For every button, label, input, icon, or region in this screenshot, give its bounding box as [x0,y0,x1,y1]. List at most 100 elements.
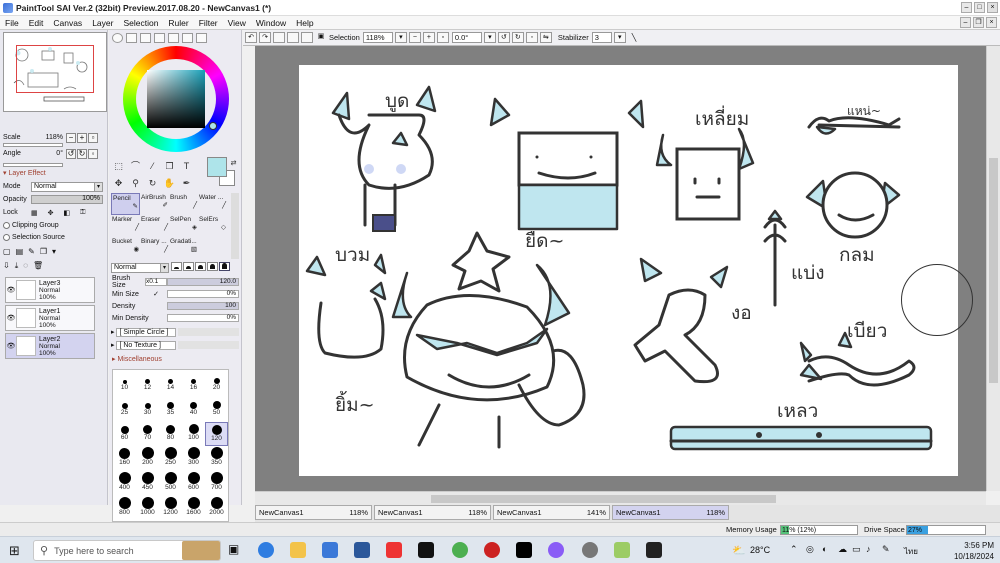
min-density-slider[interactable]: 0% [167,314,239,322]
rotate-icon[interactable]: ↻ [146,177,159,189]
brush-texture-select[interactable]: [ No Texture ] [116,340,177,350]
brush-airbrush[interactable]: AirBrush ✐ [140,193,169,215]
delete-layer-icon[interactable]: 🗑 [33,261,43,271]
brush-size-preset[interactable]: 1200 [159,497,182,521]
brush-selers[interactable]: SelErs ◇ [198,215,227,237]
brush-size-preset[interactable]: 600 [182,472,205,496]
brush-size-preset[interactable]: 1000 [136,497,159,521]
zoom-out-button[interactable]: − [66,132,76,143]
select-all-button[interactable] [301,32,313,43]
clipping-group-row[interactable]: Clipping Group [3,220,59,231]
layer-item[interactable]: 👁 Layer1 Normal 100% [5,305,95,331]
zoom-field[interactable]: 118% [362,32,393,43]
zoom-in-button[interactable]: + [77,132,87,143]
selection-source-checkbox[interactable] [3,234,10,241]
brush-size-preset[interactable]: 500 [159,472,182,496]
canvas-paper[interactable]: บูด เหลี่ยม แหน่~ ยืด~ บวม กลม แบ่ง งอ เ… [299,65,958,476]
menu-canvas[interactable]: Canvas [48,18,87,28]
density-slider[interactable]: 100 [167,302,239,310]
eye-icon[interactable]: 👁 [6,342,16,350]
menu-layer[interactable]: Layer [87,18,118,28]
brush-size-preset[interactable]: 250 [159,447,182,471]
rotate-right-button[interactable]: ↻ [77,148,87,159]
tray-app-icon[interactable]: ◎ [806,544,814,555]
doc-minimize-button[interactable]: – [960,17,971,28]
scroll-thumb[interactable] [431,495,776,503]
file-explorer-icon[interactable] [290,542,306,558]
layer-effect-header[interactable]: ▾ Layer Effect [0,168,108,178]
min-size-check-icon[interactable]: ✓ [145,290,167,298]
brush-size-preset[interactable]: 25 [113,397,136,421]
app-icon-purple[interactable] [548,542,564,558]
battery-icon[interactable]: ▭ [852,544,861,555]
zoom-dropdown-icon[interactable]: ▾ [394,32,407,43]
canvas-vertical-scrollbar[interactable] [986,46,1000,491]
doc-tab[interactable]: NewCanvas1 118% [255,505,372,520]
edge-shape-2[interactable] [183,262,194,271]
brush-size-preset[interactable]: 30 [136,397,159,421]
rotate-cw-icon[interactable]: ↻ [511,32,524,43]
edge-shape-3[interactable] [195,262,206,271]
redo-button[interactable]: ↷ [259,32,271,43]
eye-icon[interactable]: 👁 [6,314,16,322]
app-icon-ip[interactable] [418,542,434,558]
rotation-field[interactable]: 0.0° [451,32,482,43]
doc-tab-active[interactable]: NewCanvas1 118% [612,505,729,520]
brush-bucket[interactable]: Bucket ◉ [111,237,140,259]
brush-gradation[interactable]: Gradati... ▧ [169,237,198,259]
chrome-icon[interactable] [452,542,468,558]
brush-list-scrollbar[interactable] [231,193,239,259]
layer-opacity-slider[interactable]: 100% [31,195,103,204]
app-icon-red[interactable] [484,542,500,558]
doc-close-button[interactable]: × [986,17,997,28]
pen-icon[interactable]: ✎ [882,544,890,555]
brush-marker[interactable]: Marker ╱ [111,215,140,237]
move-icon[interactable]: ✥ [112,177,125,189]
brush-size-preset[interactable]: 1600 [182,497,205,521]
brush-size-preset[interactable]: 100 [182,422,205,446]
angle-slider[interactable] [3,163,63,167]
invert-selection-button[interactable] [287,32,299,43]
rotate-reset-icon[interactable]: ◦ [525,32,538,43]
rotate-left-button[interactable]: ↺ [66,148,76,159]
foreground-color-swatch[interactable] [207,157,227,177]
stabilizer-field[interactable]: 3 [591,32,612,43]
minimize-button[interactable]: – [961,2,972,13]
hand-icon[interactable]: ✋ [163,177,176,189]
temperature[interactable]: 28°C [750,545,770,555]
edge-shape-4[interactable] [207,262,218,271]
rotate-reset-button[interactable]: ◦ [88,148,98,159]
zoom-icon[interactable]: ⚲ [129,177,142,189]
brush-size-preset[interactable]: 70 [136,422,159,446]
brush-size-preset[interactable]: 160 [113,447,136,471]
magic-wand-icon[interactable]: ⁄ [146,160,159,172]
youtube-icon[interactable] [386,542,402,558]
navigator-viewport-rect[interactable] [16,45,94,93]
app-icon-gray[interactable] [582,542,598,558]
brush-size-preset[interactable]: 450 [136,472,159,496]
brush-size-preset[interactable]: 350 [205,447,228,471]
maximize-button[interactable]: □ [974,2,985,13]
clear-layer-icon[interactable]: ◌ [23,261,28,271]
color-wheel-tab[interactable] [112,33,123,43]
brush-size-preset[interactable]: 300 [182,447,205,471]
layer-menu-icon[interactable]: ▾ [52,247,56,256]
doc-tab[interactable]: NewCanvas1 141% [493,505,610,520]
color-wheel[interactable] [123,46,229,152]
saturation-value-square[interactable] [147,70,205,128]
color-palette-tab[interactable] [154,33,165,43]
layer-item[interactable]: 👁 Layer3 Normal 100% [5,277,95,303]
store-icon[interactable] [322,542,338,558]
brush-size-preset[interactable]: 35 [159,397,182,421]
brush-size-preset[interactable]: 20 [205,372,228,396]
scale-slider[interactable] [3,143,63,147]
transfer-down-icon[interactable]: ⇩ [3,261,10,271]
brush-shape-select[interactable]: [ Simple Circle ] [116,327,177,337]
miscellaneous-header[interactable]: ▸ Miscellaneous [109,354,239,364]
edge-shape-5[interactable] [219,262,230,271]
brush-size-preset[interactable]: 14 [159,372,182,396]
eye-icon[interactable]: 👁 [6,286,16,294]
tiktok-icon[interactable] [516,542,532,558]
eyedropper-icon[interactable]: ✒ [180,177,193,189]
brush-watercolor[interactable]: Water ... ╱ [198,193,227,215]
